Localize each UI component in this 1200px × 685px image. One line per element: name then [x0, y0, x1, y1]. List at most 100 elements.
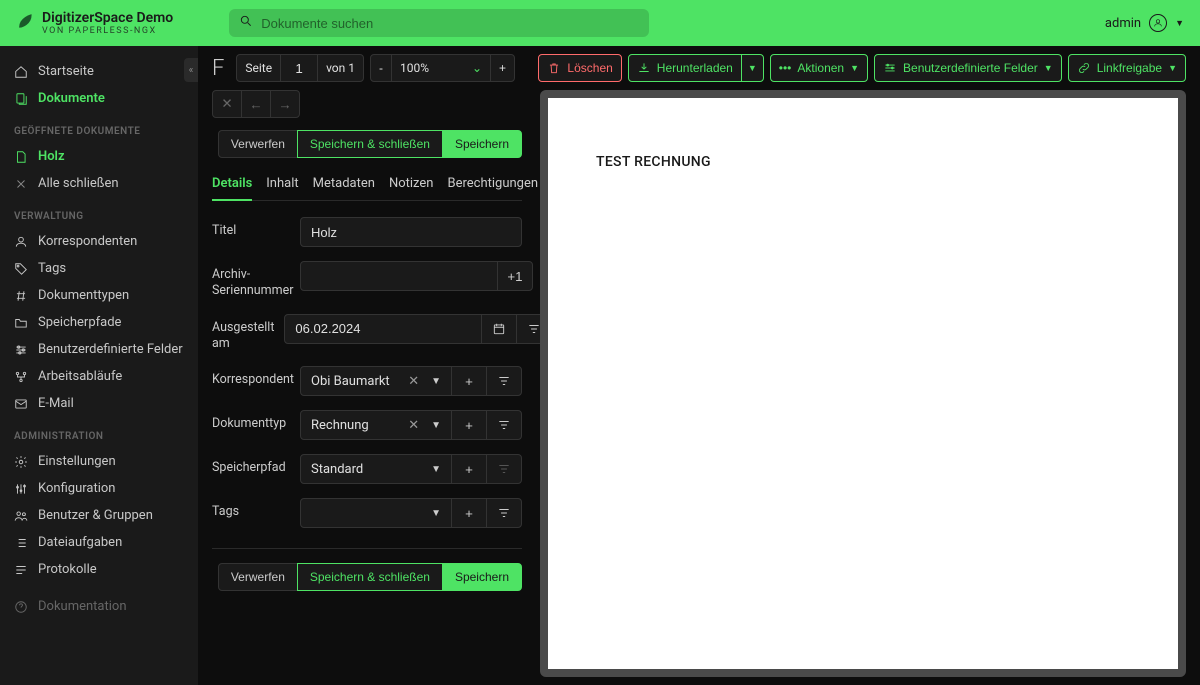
help-icon	[14, 600, 28, 614]
chevron-down-icon: ▼	[429, 464, 443, 475]
sidebar-close-all[interactable]: Alle schließen	[0, 170, 198, 197]
tags-filter-button[interactable]	[486, 498, 522, 528]
delete-button[interactable]: Löschen	[538, 54, 621, 82]
search-input[interactable]	[261, 16, 639, 31]
zoom-in-button[interactable]: +	[490, 54, 515, 82]
global-search[interactable]	[229, 9, 649, 37]
sidebar-item-label: Tags	[38, 261, 66, 276]
log-icon	[14, 563, 28, 577]
history-forward-button[interactable]: →	[270, 90, 300, 118]
discard-button-top[interactable]: Verwerfen	[218, 130, 298, 158]
sidebar-item-file-tasks[interactable]: Dateiaufgaben	[0, 529, 198, 556]
sidebar-item-label: Korrespondenten	[38, 234, 137, 249]
app-header: DigitizerSpace Demo VON PAPERLESS-NGX ad…	[0, 0, 1200, 46]
page-label: Seite	[236, 54, 281, 82]
asn-input[interactable]	[300, 261, 498, 291]
sidebar-item-users-groups[interactable]: Benutzer & Gruppen	[0, 502, 198, 529]
history-back-button[interactable]: ←	[241, 90, 271, 118]
korrespondent-select[interactable]: Obi Baumarkt ✕ ▼	[300, 366, 452, 396]
sidebar-item-label: Dokumenttypen	[38, 288, 129, 303]
logo-area: DigitizerSpace Demo VON PAPERLESS-NGX	[16, 10, 173, 36]
save-button-bottom[interactable]: Speichern	[442, 563, 522, 591]
link-share-button[interactable]: Linkfreigabe ▼	[1068, 54, 1186, 82]
file-icon	[14, 150, 28, 164]
custom-fields-button[interactable]: Benutzerdefinierte Felder▼	[874, 54, 1062, 82]
history-close-button[interactable]: ✕	[212, 90, 242, 118]
actions-label: Aktionen	[797, 61, 844, 75]
sidebar-item-dokumenttypen[interactable]: Dokumenttypen	[0, 282, 198, 309]
save-button-top[interactable]: Speichern	[442, 130, 522, 158]
dokumenttyp-value: Rechnung	[311, 418, 369, 433]
custom-fields-label: Benutzerdefinierte Felder	[903, 61, 1038, 75]
clear-icon[interactable]: ✕	[404, 374, 423, 389]
sidebar-open-doc-holz[interactable]: Holz	[0, 143, 198, 170]
sidebar-item-workflows[interactable]: Arbeitsabläufe	[0, 363, 198, 390]
sidebar-item-speicherpfade[interactable]: Speicherpfade	[0, 309, 198, 336]
korrespondent-filter-button[interactable]	[486, 366, 522, 396]
sidebar-item-logs[interactable]: Protokolle	[0, 556, 198, 583]
speicherpfad-add-button[interactable]: +	[451, 454, 487, 484]
speicherpfad-filter-button[interactable]	[486, 454, 522, 484]
page-input[interactable]	[280, 54, 318, 82]
sidebar-item-label: Speicherpfade	[38, 315, 121, 330]
date-input[interactable]	[284, 314, 482, 344]
speicherpfad-select[interactable]: Standard ▼	[300, 454, 452, 484]
sidebar-item-label: Benutzer & Gruppen	[38, 508, 153, 523]
tags-select[interactable]: ▼	[300, 498, 452, 528]
sidebar-section-open-docs: GEÖFFNETE DOKUMENTE	[0, 112, 198, 143]
form-column: ✕ ← → Verwerfen Speichern & schließen Sp…	[212, 90, 522, 677]
sidebar-item-custom-fields[interactable]: Benutzerdefinierte Felder	[0, 336, 198, 363]
chevron-down-icon: ⌄	[472, 61, 482, 75]
save-close-button-top[interactable]: Speichern & schließen	[297, 130, 443, 158]
document-toolbar: F Seite von 1 - 100%⌄ + Löschen Herunter…	[212, 54, 1186, 82]
discard-button-bottom[interactable]: Verwerfen	[218, 563, 298, 591]
sidebar-item-dokumentation[interactable]: Dokumentation	[0, 593, 198, 620]
form-divider	[212, 548, 522, 549]
dokumenttyp-add-button[interactable]: +	[451, 410, 487, 440]
actions-button[interactable]: •••Aktionen▼	[770, 54, 868, 82]
sidebar-item-tags[interactable]: Tags	[0, 255, 198, 282]
date-picker-button[interactable]	[481, 314, 517, 344]
dokumenttyp-filter-button[interactable]	[486, 410, 522, 440]
clear-icon[interactable]: ✕	[404, 418, 423, 433]
chevron-down-icon: ▼	[429, 376, 443, 387]
asn-plus-one-button[interactable]: +1	[497, 261, 533, 291]
chevron-down-icon: ▼	[1168, 63, 1177, 73]
tab-metadaten[interactable]: Metadaten	[313, 172, 375, 200]
tab-berechtigungen[interactable]: Berechtigungen	[447, 172, 538, 200]
workflow-icon	[14, 370, 28, 384]
sidebar-item-label: Protokolle	[38, 562, 97, 577]
titel-input[interactable]	[300, 217, 522, 247]
tab-details[interactable]: Details	[212, 172, 252, 201]
zoom-out-button[interactable]: -	[370, 54, 392, 82]
sidebar-section-verwaltung: VERWALTUNG	[0, 197, 198, 228]
sidebar-item-email[interactable]: E-Mail	[0, 390, 198, 417]
tab-notizen[interactable]: Notizen	[389, 172, 434, 200]
dokumenttyp-select[interactable]: Rechnung ✕ ▼	[300, 410, 452, 440]
document-preview[interactable]: TEST RECHNUNG	[540, 90, 1186, 677]
chevron-down-icon: ▼	[748, 63, 757, 73]
korrespondent-value: Obi Baumarkt	[311, 374, 390, 389]
chevron-down-icon: ▼	[850, 63, 859, 73]
sidebar-section-admin: ADMINISTRATION	[0, 417, 198, 448]
sidebar-item-label: Alle schließen	[38, 176, 119, 191]
sidebar-item-dokumente[interactable]: Dokumente	[0, 85, 198, 112]
chevron-down-icon: ▼	[429, 508, 443, 519]
sidebar-item-einstellungen[interactable]: Einstellungen	[0, 448, 198, 475]
download-dropdown[interactable]: ▼	[741, 54, 764, 82]
korrespondent-add-button[interactable]: +	[451, 366, 487, 396]
zoom-select[interactable]: 100%⌄	[391, 54, 491, 82]
tags-add-button[interactable]: +	[451, 498, 487, 528]
download-button[interactable]: Herunterladen	[628, 54, 742, 82]
sidebar-collapse-button[interactable]: «	[184, 58, 198, 82]
tab-inhalt[interactable]: Inhalt	[266, 172, 298, 200]
page-of-label: von 1	[317, 54, 364, 82]
sidebar-item-startseite[interactable]: Startseite	[0, 58, 198, 85]
home-icon	[14, 65, 28, 79]
sidebar-item-konfiguration[interactable]: Konfiguration	[0, 475, 198, 502]
link-share-label: Linkfreigabe	[1097, 61, 1162, 75]
sidebar-item-label: Holz	[38, 149, 65, 164]
sidebar-item-korrespondenten[interactable]: Korrespondenten	[0, 228, 198, 255]
save-close-button-bottom[interactable]: Speichern & schließen	[297, 563, 443, 591]
user-menu[interactable]: admin ▼	[1105, 14, 1184, 32]
